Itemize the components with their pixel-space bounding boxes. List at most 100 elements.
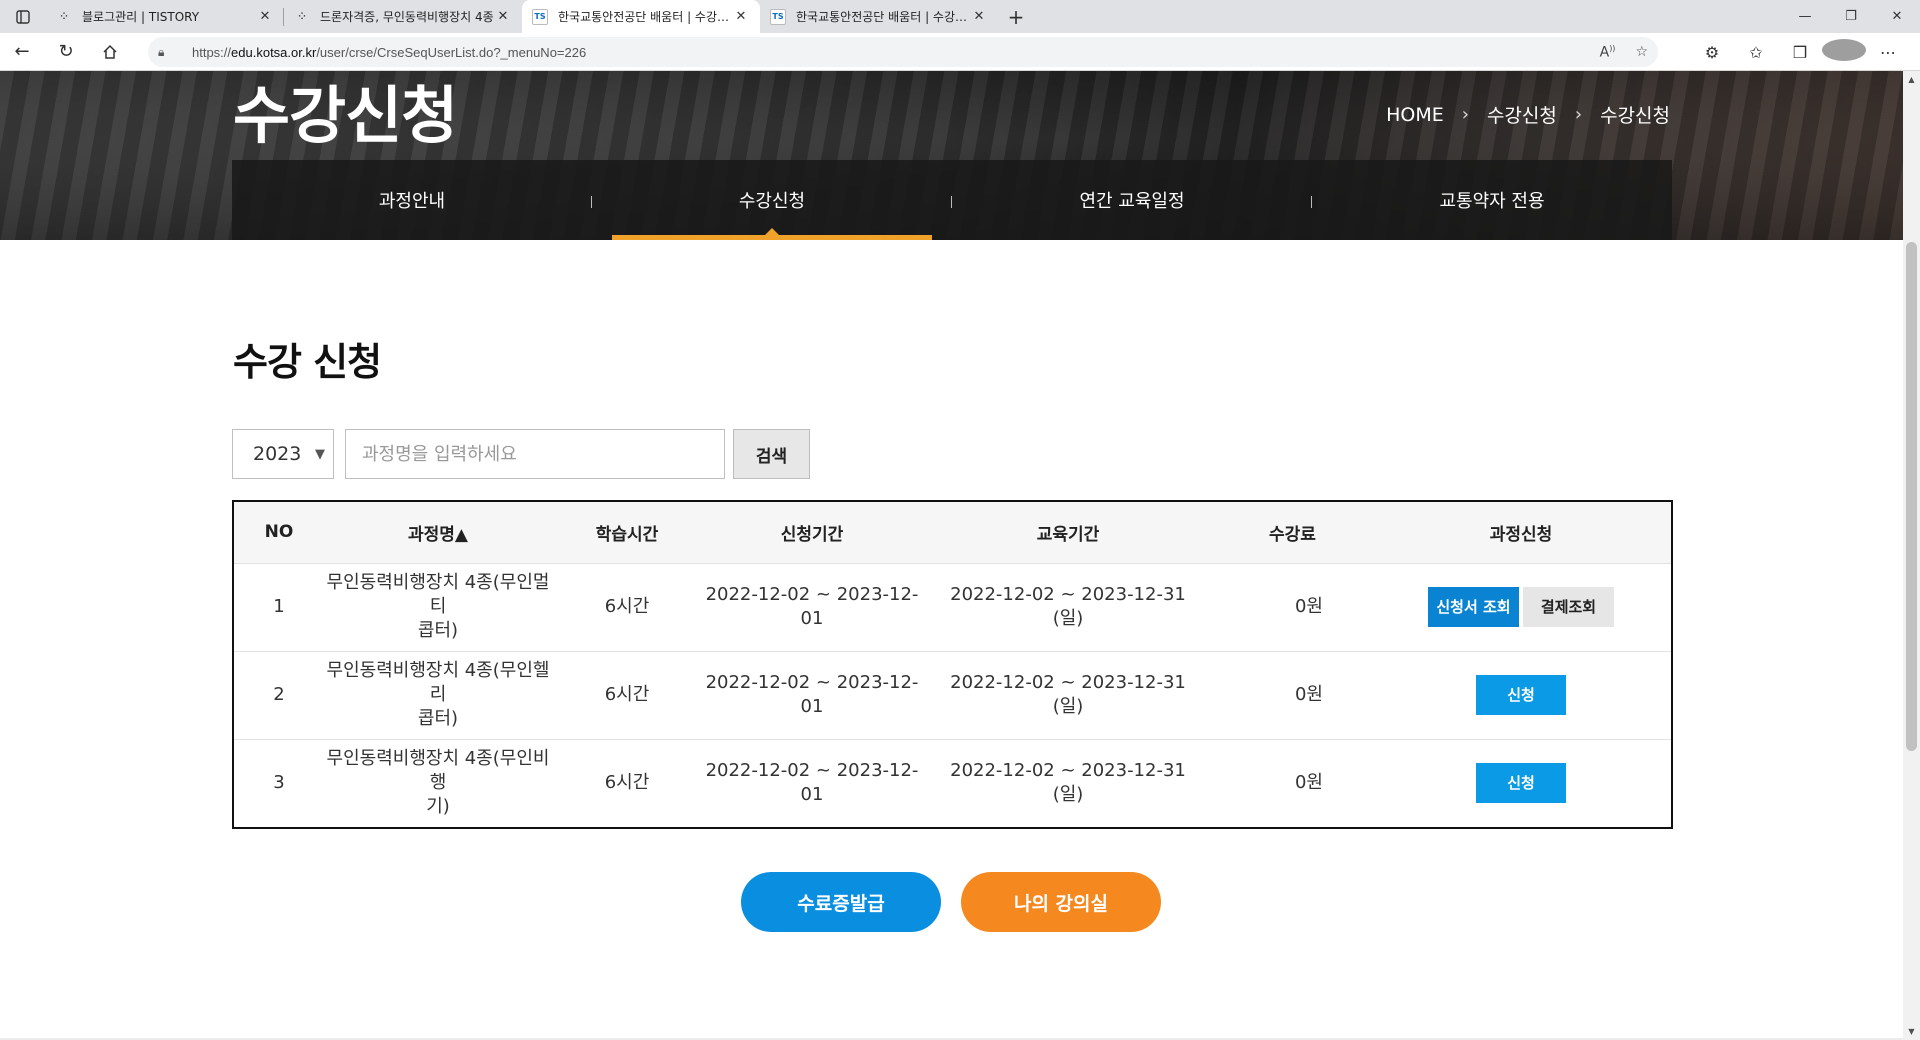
tab-title: 드론자격증, 무인동력비행장치 4종	[320, 10, 494, 24]
kotsa-favicon-icon: TS	[532, 8, 548, 25]
header-apply: 과정신청	[1489, 524, 1553, 545]
chevron-right-icon: ›	[1461, 104, 1469, 125]
header-course-name[interactable]: 과정명▲	[324, 502, 552, 563]
search-bar: 2023 ▼ 검색	[232, 429, 810, 479]
row-actions: 신청서 조회 결제조회	[1371, 563, 1671, 651]
row-course-name: 무인동력비행장치 4종(무인비행 기)	[326, 747, 550, 818]
row-course-name: 무인동력비행장치 4종(무인멀티 콥터)	[326, 571, 550, 642]
minimize-icon[interactable]: —	[1782, 0, 1828, 33]
address-field[interactable]: 🔒︎ https://edu.kotsa.or.kr/user/crse/Crs…	[148, 37, 1658, 67]
table-row: 3 무인동력비행장치 4종(무인비행 기) 6시간 2022-12-02 ~ 20…	[234, 739, 1671, 827]
header-no: NO	[264, 522, 294, 543]
subnav-registration[interactable]: 수강신청	[592, 160, 952, 240]
kotsa-favicon-icon: TS	[770, 8, 786, 25]
browser-tab-3-active[interactable]: TS 한국교통안전공단 배움터 | 수강신청 ✕	[522, 0, 760, 33]
plus-icon: +	[1007, 4, 1025, 29]
browser-tab-2[interactable]: ⁘ 드론자격증, 무인동력비행장치 4종 ✕	[284, 0, 522, 33]
row-actions: 신청	[1371, 739, 1671, 827]
tab-title: 한국교통안전공단 배움터 | 수강신청	[558, 10, 732, 24]
refresh-button[interactable]: ↻	[44, 33, 88, 71]
home-icon	[103, 44, 117, 59]
chevron-right-icon: ›	[1574, 104, 1583, 125]
subnav-transport-vulnerable[interactable]: 교통약자 전용	[1312, 160, 1672, 240]
more-menu-icon[interactable]: ⋯	[1866, 43, 1910, 62]
window-close-icon[interactable]: ✕	[1874, 0, 1920, 33]
scrollbar-thumb[interactable]	[1906, 242, 1917, 751]
tistory-icon: ⁘	[298, 11, 306, 22]
tistory-icon: ⁘	[60, 11, 68, 22]
search-button[interactable]: 검색	[733, 429, 810, 479]
new-tab-button[interactable]: +	[998, 0, 1034, 33]
close-icon[interactable]: ✕	[732, 9, 750, 24]
header-hours: 학습시간	[595, 524, 659, 545]
apply-button[interactable]: 신청	[1476, 675, 1566, 715]
apply-button[interactable]: 신청	[1476, 763, 1566, 804]
breadcrumb-level-2[interactable]: 수강신청	[1600, 101, 1670, 128]
row-apply-period: 2022-12-02 ~ 2023-12-01	[705, 671, 919, 717]
scroll-up-icon[interactable]: ▲	[1903, 71, 1920, 88]
window-controls: — ❐ ✕	[1782, 0, 1920, 33]
avatar	[1822, 39, 1866, 61]
table-header-row: NO 과정명▲ 학습시간 신청기간 교육기간 수강료 과정신청	[234, 502, 1671, 563]
browser-tab-bar: ⁘ 블로그관리 | TISTORY ✕ ⁘ 드론자격증, 무인동력비행장치 4종…	[0, 0, 1920, 33]
page-scrollbar[interactable]: ▲ ▼	[1903, 71, 1920, 1040]
year-value: 2023	[253, 443, 302, 465]
back-button[interactable]: ←	[0, 33, 44, 71]
course-search-input[interactable]	[345, 429, 725, 479]
browser-tab-4[interactable]: TS 한국교통안전공단 배움터 | 수강신청 ✕	[760, 0, 998, 33]
subnav-label: 과정안내	[378, 191, 446, 212]
tab-actions-button[interactable]	[0, 0, 46, 33]
bottom-actions: 수료증발급 나의 강의실	[741, 872, 1161, 932]
my-classroom-button[interactable]: 나의 강의실	[961, 872, 1161, 932]
subnav-course-info[interactable]: 과정안내	[232, 160, 592, 240]
row-actions: 신청	[1371, 651, 1671, 739]
page-viewport: 수강신청 HOME › 수강신청 › 수강신청 과정안내 수강신청 연간 교육일…	[0, 71, 1903, 1040]
close-icon[interactable]: ✕	[970, 9, 988, 24]
year-select[interactable]: 2023 ▼	[232, 429, 334, 479]
subnav-label: 교통약자 전용	[1439, 191, 1545, 212]
favorites-icon[interactable]: ✩	[1734, 43, 1778, 62]
browser-toolbar: ← ↻ 🔒︎ https://edu.kotsa.or.kr/user/crse…	[0, 33, 1920, 71]
subnav-label: 수강신청	[738, 191, 806, 212]
header-edu-period: 교육기간	[1036, 524, 1100, 545]
scroll-down-icon[interactable]: ▼	[1903, 1023, 1920, 1040]
page-title: 수강신청	[233, 79, 458, 152]
row-no: 3	[273, 772, 285, 794]
row-course-name: 무인동력비행장치 4종(무인헬리 콥터)	[326, 659, 550, 730]
close-icon[interactable]: ✕	[256, 9, 274, 24]
profile-button[interactable]	[1822, 39, 1866, 65]
view-application-button[interactable]: 신청서 조회	[1428, 587, 1519, 627]
row-apply-period: 2022-12-02 ~ 2023-12-01	[705, 759, 919, 806]
tab-actions-icon	[16, 9, 30, 24]
table-row: 2 무인동력비행장치 4종(무인헬리 콥터) 6시간 2022-12-02 ~ 2…	[234, 651, 1671, 739]
triangle-down-icon: ▼	[315, 447, 325, 462]
certificate-issue-button[interactable]: 수료증발급	[741, 872, 941, 932]
extensions-icon[interactable]: ⚙	[1690, 43, 1734, 62]
breadcrumb-level-1[interactable]: 수강신청	[1487, 101, 1557, 128]
row-edu-period: 2022-12-02 ~ 2023-12-31 (일)	[950, 671, 1186, 717]
breadcrumb: HOME › 수강신청 › 수강신청	[1386, 101, 1670, 128]
row-fee: 0원	[1294, 683, 1323, 705]
browser-tab-1[interactable]: ⁘ 블로그관리 | TISTORY ✕	[46, 0, 284, 33]
row-no: 2	[273, 683, 285, 705]
row-no: 1	[273, 595, 285, 617]
sub-navigation: 과정안내 수강신청 연간 교육일정 교통약자 전용	[232, 160, 1672, 240]
header-fee: 수강료	[1269, 524, 1316, 545]
read-aloud-icon[interactable]: A))	[1600, 44, 1616, 61]
restore-icon[interactable]: ❐	[1828, 0, 1874, 33]
row-edu-period: 2022-12-02 ~ 2023-12-31 (일)	[950, 583, 1186, 629]
url-text: https://edu.kotsa.or.kr/user/crse/CrseSe…	[192, 44, 587, 60]
refresh-icon: ↻	[58, 41, 74, 62]
home-button[interactable]	[88, 33, 132, 71]
subnav-label: 연간 교육일정	[1079, 191, 1185, 212]
collections-icon[interactable]: ❒	[1778, 43, 1822, 62]
close-icon[interactable]: ✕	[494, 9, 512, 24]
view-payment-button[interactable]: 결제조회	[1523, 587, 1614, 627]
row-hours: 6시간	[604, 595, 650, 617]
course-table: NO 과정명▲ 학습시간 신청기간 교육기간 수강료 과정신청 1 무인동력비행…	[232, 500, 1673, 829]
subnav-annual-schedule[interactable]: 연간 교육일정	[952, 160, 1312, 240]
tab-title: 한국교통안전공단 배움터 | 수강신청	[796, 10, 970, 24]
breadcrumb-home[interactable]: HOME	[1386, 104, 1444, 126]
row-fee: 0원	[1294, 595, 1323, 617]
add-favorite-icon[interactable]: ☆	[1635, 44, 1648, 60]
